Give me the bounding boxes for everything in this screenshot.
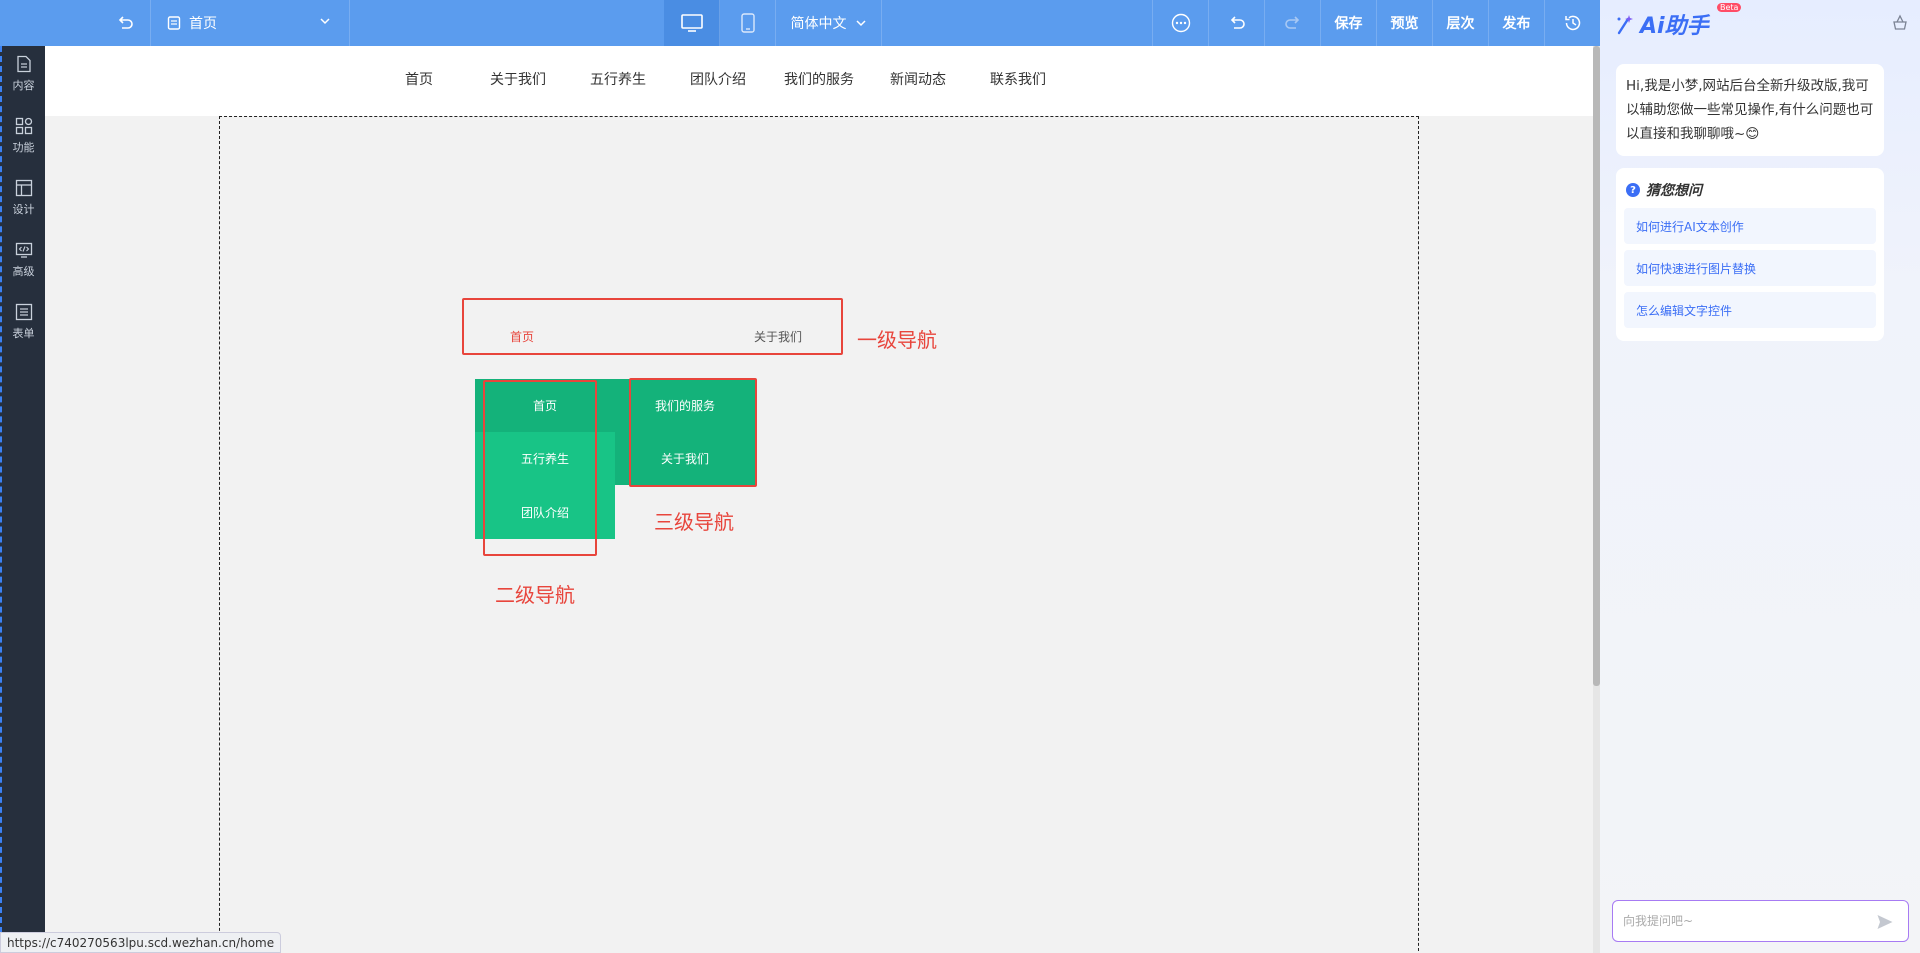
form-icon bbox=[15, 303, 33, 321]
layers-button[interactable]: 层次 bbox=[1433, 0, 1489, 46]
code-icon bbox=[15, 241, 33, 259]
level2-highlight-box bbox=[483, 380, 597, 556]
suggest-title-text: 猜您想问 bbox=[1646, 183, 1702, 199]
level3-highlight-box bbox=[629, 378, 757, 487]
suggestion-item[interactable]: 如何快速进行图片替换 bbox=[1624, 250, 1876, 286]
redo-button[interactable] bbox=[1265, 0, 1321, 46]
site-nav-item[interactable]: 关于我们 bbox=[490, 69, 546, 89]
send-icon[interactable] bbox=[1876, 913, 1894, 931]
ai-chat-input[interactable] bbox=[1623, 901, 1863, 941]
site-nav-item[interactable]: 团队介绍 bbox=[690, 69, 746, 89]
status-url-tooltip: https://c740270563lpu.scd.wezhan.cn/home bbox=[0, 932, 282, 953]
site-nav-item[interactable]: 首页 bbox=[405, 69, 433, 89]
ai-chat-input-box bbox=[1612, 900, 1909, 942]
more-button[interactable] bbox=[1152, 0, 1209, 46]
level1-label: 一级导航 bbox=[857, 328, 937, 352]
sidebar-item-content[interactable]: 内容 bbox=[2, 46, 45, 102]
ai-title: Ai助手 bbox=[1640, 14, 1709, 39]
suggested-questions: ? 猜您想问 如何进行AI文本创作 如何快速进行图片替换 怎么编辑文字控件 bbox=[1616, 168, 1884, 341]
sidebar-item-label: 高级 bbox=[12, 265, 35, 278]
publish-button[interactable]: 发布 bbox=[1489, 0, 1545, 46]
save-button[interactable]: 保存 bbox=[1321, 0, 1377, 46]
sidebar-item-advanced[interactable]: 高级 bbox=[2, 232, 45, 288]
chevron-down-icon bbox=[855, 17, 867, 29]
site-navigation-bar: 首页 关于我们 五行养生 团队介绍 我们的服务 新闻动态 联系我们 bbox=[45, 46, 1593, 116]
top-toolbar: 首页 简体中文 保存 预览 层次 发布 bbox=[0, 0, 1600, 46]
left-sidebar: 内容 功能 设计 高级 表单 bbox=[0, 46, 45, 953]
canvas-scrollbar-thumb[interactable] bbox=[1593, 46, 1600, 686]
chevron-down-icon bbox=[319, 15, 331, 27]
sidebar-item-design[interactable]: 设计 bbox=[2, 170, 45, 226]
undo-icon bbox=[1228, 14, 1246, 32]
redo-icon bbox=[1284, 14, 1302, 32]
layout-icon bbox=[15, 179, 33, 197]
site-nav-item[interactable]: 新闻动态 bbox=[890, 69, 946, 89]
desktop-icon bbox=[680, 14, 703, 32]
page-selector-label: 首页 bbox=[189, 16, 217, 32]
suggest-title: ? 猜您想问 bbox=[1626, 180, 1702, 200]
ai-sparkle-icon bbox=[1614, 13, 1636, 35]
preview-button[interactable]: 预览 bbox=[1377, 0, 1433, 46]
beta-badge: Beta bbox=[1717, 3, 1742, 12]
sidebar-item-label: 设计 bbox=[12, 203, 35, 216]
more-icon bbox=[1171, 13, 1191, 33]
grid-icon bbox=[15, 117, 33, 135]
ai-assistant-panel: Ai助手 Beta Hi,我是小梦,网站后台全新升级改版,我可以辅助您做一些常见… bbox=[1600, 0, 1920, 953]
history-icon bbox=[1563, 13, 1583, 33]
language-selector[interactable]: 简体中文 bbox=[776, 0, 882, 46]
desktop-view-button[interactable] bbox=[664, 0, 720, 46]
question-icon: ? bbox=[1626, 183, 1640, 197]
sidebar-item-label: 表单 bbox=[12, 327, 35, 340]
back-button[interactable] bbox=[0, 0, 151, 46]
level1-highlight-box bbox=[462, 298, 843, 355]
ai-header: Ai助手 bbox=[1614, 8, 1709, 40]
language-label: 简体中文 bbox=[790, 16, 847, 32]
back-icon bbox=[116, 14, 134, 32]
sidebar-item-form[interactable]: 表单 bbox=[2, 294, 45, 350]
level2-label: 二级导航 bbox=[495, 583, 575, 607]
mobile-icon bbox=[740, 13, 755, 33]
suggestion-item[interactable]: 如何进行AI文本创作 bbox=[1624, 208, 1876, 244]
page-icon bbox=[167, 16, 181, 30]
document-icon bbox=[15, 55, 33, 73]
clear-icon[interactable] bbox=[1892, 14, 1908, 30]
undo-button[interactable] bbox=[1209, 0, 1265, 46]
history-button[interactable] bbox=[1545, 0, 1600, 46]
mobile-view-button[interactable] bbox=[720, 0, 776, 46]
sidebar-item-label: 内容 bbox=[12, 79, 35, 92]
suggestion-item[interactable]: 怎么编辑文字控件 bbox=[1624, 292, 1876, 328]
site-nav-item[interactable]: 五行养生 bbox=[590, 69, 646, 89]
sidebar-item-features[interactable]: 功能 bbox=[2, 108, 45, 164]
page-selector[interactable]: 首页 bbox=[151, 0, 350, 46]
level3-label: 三级导航 bbox=[654, 510, 734, 534]
site-nav-item[interactable]: 我们的服务 bbox=[784, 69, 854, 89]
content-section[interactable] bbox=[219, 116, 1419, 953]
ai-greeting-message: Hi,我是小梦,网站后台全新升级改版,我可以辅助您做一些常见操作,有什么问题也可… bbox=[1616, 64, 1884, 156]
site-nav-item[interactable]: 联系我们 bbox=[990, 69, 1046, 89]
sidebar-item-label: 功能 bbox=[12, 141, 35, 154]
